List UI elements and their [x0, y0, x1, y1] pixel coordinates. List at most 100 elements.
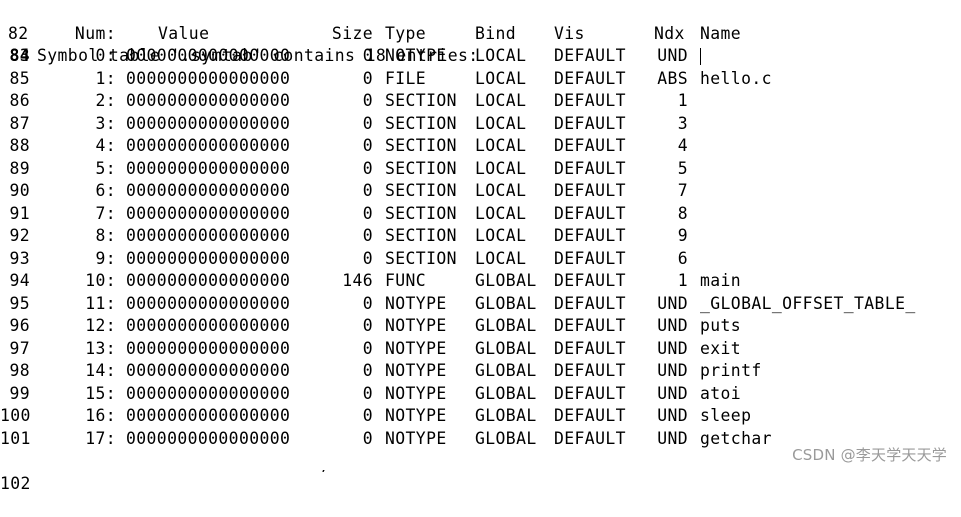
- symbol-bind: LOCAL: [475, 136, 527, 155]
- symbol-type: NOTYPE: [385, 293, 447, 313]
- table-row: 99 15: 0000000000000000 0 NOTYPE GLOBAL DEFAUL…: [0, 383, 961, 405]
- header-vis: Vis: [554, 24, 585, 43]
- symbol-value: 0000000000000000: [126, 158, 291, 178]
- symbol-bind: GLOBAL: [475, 428, 537, 448]
- symbol-size: 0: [362, 113, 373, 133]
- symbol-num: 16:: [85, 406, 116, 425]
- line-number: 91: [9, 203, 30, 223]
- symbol-size: 0: [362, 383, 373, 403]
- symbol-name: puts: [700, 316, 742, 335]
- symbol-vis: DEFAULT: [554, 226, 626, 245]
- symbol-vis: DEFAULT: [554, 46, 626, 65]
- symbol-value: 0000000000000000: [126, 226, 291, 245]
- symbol-ndx: 7: [677, 181, 688, 200]
- symbol-value: 0000000000000000: [126, 406, 291, 425]
- symbol-value: 0000000000000000: [126, 203, 291, 223]
- symbol-vis: DEFAULT: [554, 91, 626, 110]
- symbol-ndx: 1: [677, 271, 688, 290]
- symbol-ndx: 9: [677, 226, 688, 245]
- symbol-num: 12:: [85, 316, 116, 335]
- symbol-bind: GLOBAL: [475, 383, 537, 403]
- line-number: 98: [9, 361, 30, 380]
- symbol-bind: GLOBAL: [475, 406, 537, 425]
- symbol-type: NOTYPE: [385, 428, 447, 448]
- line-number: 93: [9, 248, 30, 268]
- symbol-bind: GLOBAL: [475, 361, 537, 380]
- symbol-type: SECTION: [385, 203, 457, 223]
- symbol-bind: GLOBAL: [475, 271, 537, 290]
- symbol-vis: DEFAULT: [554, 68, 626, 88]
- symbol-size: 0: [362, 203, 373, 223]
- symbol-vis: DEFAULT: [554, 338, 626, 358]
- symbol-value: 0000000000000000: [126, 316, 291, 335]
- symbol-vis: DEFAULT: [554, 203, 626, 223]
- symbol-type: SECTION: [385, 91, 457, 110]
- symbol-ndx: ABS: [657, 68, 688, 88]
- symbol-num: 8:: [95, 226, 116, 245]
- symbol-ndx: UND: [657, 428, 688, 448]
- symbol-vis: DEFAULT: [554, 361, 626, 380]
- symbol-num: 11:: [85, 293, 116, 313]
- table-row: 100 16: 0000000000000000 0 NOTYPE GLOBAL DEFAU…: [0, 405, 961, 427]
- symbol-size: 0: [362, 158, 373, 178]
- text-editor[interactable]: 82 Symbol table '.symtab' contains 18 en…: [0, 0, 961, 493]
- symbol-value: 0000000000000000: [126, 181, 291, 200]
- table-row: 92 8: 0000000000000000 0 SECTION LOCAL DEFAULT…: [0, 225, 961, 247]
- header-value: Value: [158, 24, 210, 43]
- symbol-bind: LOCAL: [475, 203, 527, 223]
- symbol-num: 10:: [85, 271, 116, 290]
- symbol-name: exit: [700, 338, 742, 358]
- symbol-bind: LOCAL: [475, 91, 527, 110]
- symbol-vis: DEFAULT: [554, 271, 626, 290]
- symbol-size: 146: [342, 271, 373, 290]
- symbol-vis: DEFAULT: [554, 158, 626, 178]
- line-number: 95: [9, 293, 30, 313]
- symbol-value: 0000000000000000: [126, 68, 291, 88]
- symbol-num: 5:: [95, 158, 116, 178]
- symbol-ndx: 4: [677, 136, 688, 155]
- symbol-ndx: 8: [677, 203, 688, 223]
- editor-line: 82 Symbol table '.symtab' contains 18 en…: [0, 1, 961, 65]
- symbol-type: FUNC: [385, 271, 427, 290]
- line-number: 101: [0, 428, 31, 448]
- symbol-vis: DEFAULT: [554, 136, 626, 155]
- table-row: 94 10: 0000000000000000 146 FUNC GLOBAL DEFAUL…: [0, 270, 961, 292]
- symbol-value: 0000000000000000: [126, 293, 291, 313]
- clipped-text: . , .: [300, 470, 420, 475]
- table-row: 96 12: 0000000000000000 0 NOTYPE GLOBAL DEFAUL…: [0, 315, 961, 337]
- symbol-num: 15:: [85, 383, 116, 403]
- table-row: 98 14: 0000000000000000 0 NOTYPE GLOBAL DEFAUL…: [0, 360, 961, 382]
- symbol-bind: GLOBAL: [475, 293, 537, 313]
- table-row: 90 6: 0000000000000000 0 SECTION LOCAL DEFAULT…: [0, 180, 961, 202]
- symbol-vis: DEFAULT: [554, 293, 626, 313]
- symbol-bind: LOCAL: [475, 46, 527, 65]
- symbol-type: NOTYPE: [385, 361, 447, 380]
- symbol-num: 1:: [95, 68, 116, 88]
- line-number: 92: [9, 226, 30, 245]
- symbol-vis: DEFAULT: [554, 428, 626, 448]
- symbol-ndx: UND: [657, 383, 688, 403]
- header-bind: Bind: [475, 24, 517, 43]
- symbol-num: 14:: [85, 361, 116, 380]
- symbol-type: FILE: [385, 68, 427, 88]
- symbol-ndx: 3: [677, 113, 688, 133]
- symbol-bind: LOCAL: [475, 68, 527, 88]
- symbol-vis: DEFAULT: [554, 406, 626, 425]
- symbol-name: sleep: [700, 406, 752, 425]
- line-number: 90: [9, 181, 30, 200]
- symbol-size: 0: [362, 136, 373, 155]
- symbol-ndx: 5: [677, 158, 688, 178]
- symbol-name: atoi: [700, 383, 742, 403]
- symbol-value: 0000000000000000: [126, 46, 291, 65]
- symbol-type: SECTION: [385, 248, 457, 268]
- symbol-bind: LOCAL: [475, 181, 527, 200]
- table-row: 88 4: 0000000000000000 0 SECTION LOCAL DEFAULT…: [0, 135, 961, 157]
- symbol-num: 13:: [85, 338, 116, 358]
- symbol-num: 17:: [85, 428, 116, 448]
- symbol-ndx: UND: [657, 293, 688, 313]
- symbol-type: NOTYPE: [385, 316, 447, 335]
- symbol-size: 0: [362, 68, 373, 88]
- symbol-num: 7:: [95, 203, 116, 223]
- symbol-ndx: 1: [677, 91, 688, 110]
- symbol-type: NOTYPE: [385, 338, 447, 358]
